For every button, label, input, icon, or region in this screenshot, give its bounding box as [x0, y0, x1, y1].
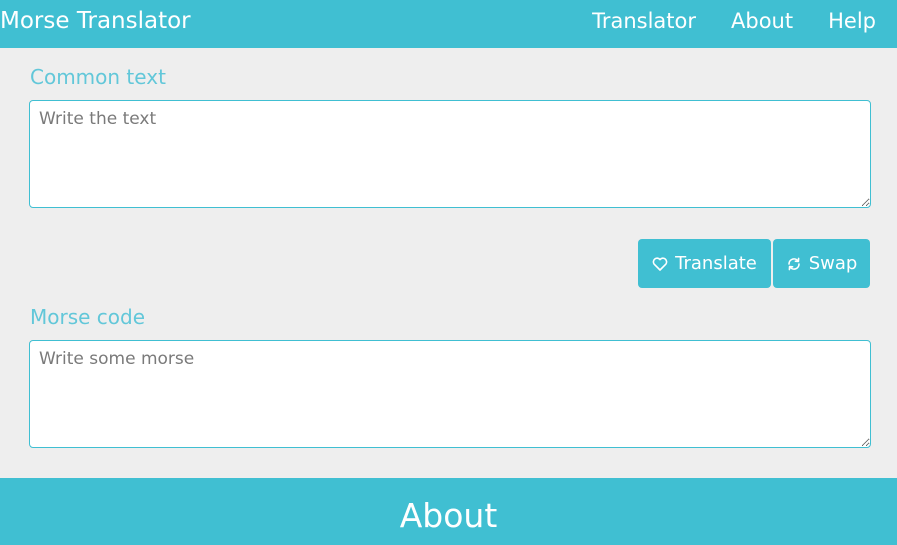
nav-link-translator[interactable]: Translator [592, 8, 696, 34]
swap-button[interactable]: Swap [773, 239, 870, 288]
morse-code-label: Morse code [30, 305, 146, 329]
common-text-label: Common text [30, 65, 166, 89]
heart-icon [652, 256, 668, 272]
about-heading: About [399, 496, 498, 535]
swap-button-label: Swap [808, 253, 858, 274]
morse-code-input[interactable] [29, 340, 871, 448]
brand-title[interactable]: Morse Translator [0, 8, 191, 34]
common-text-input[interactable] [29, 100, 871, 208]
nav-link-about[interactable]: About [731, 8, 793, 34]
refresh-icon [786, 256, 802, 272]
nav-link-help[interactable]: Help [828, 8, 876, 34]
navbar: Morse Translator Translator About Help [0, 0, 897, 48]
translate-button-label: Translate [675, 253, 757, 274]
nav-links: Translator About Help [592, 8, 876, 34]
translate-button[interactable]: Translate [638, 239, 771, 288]
